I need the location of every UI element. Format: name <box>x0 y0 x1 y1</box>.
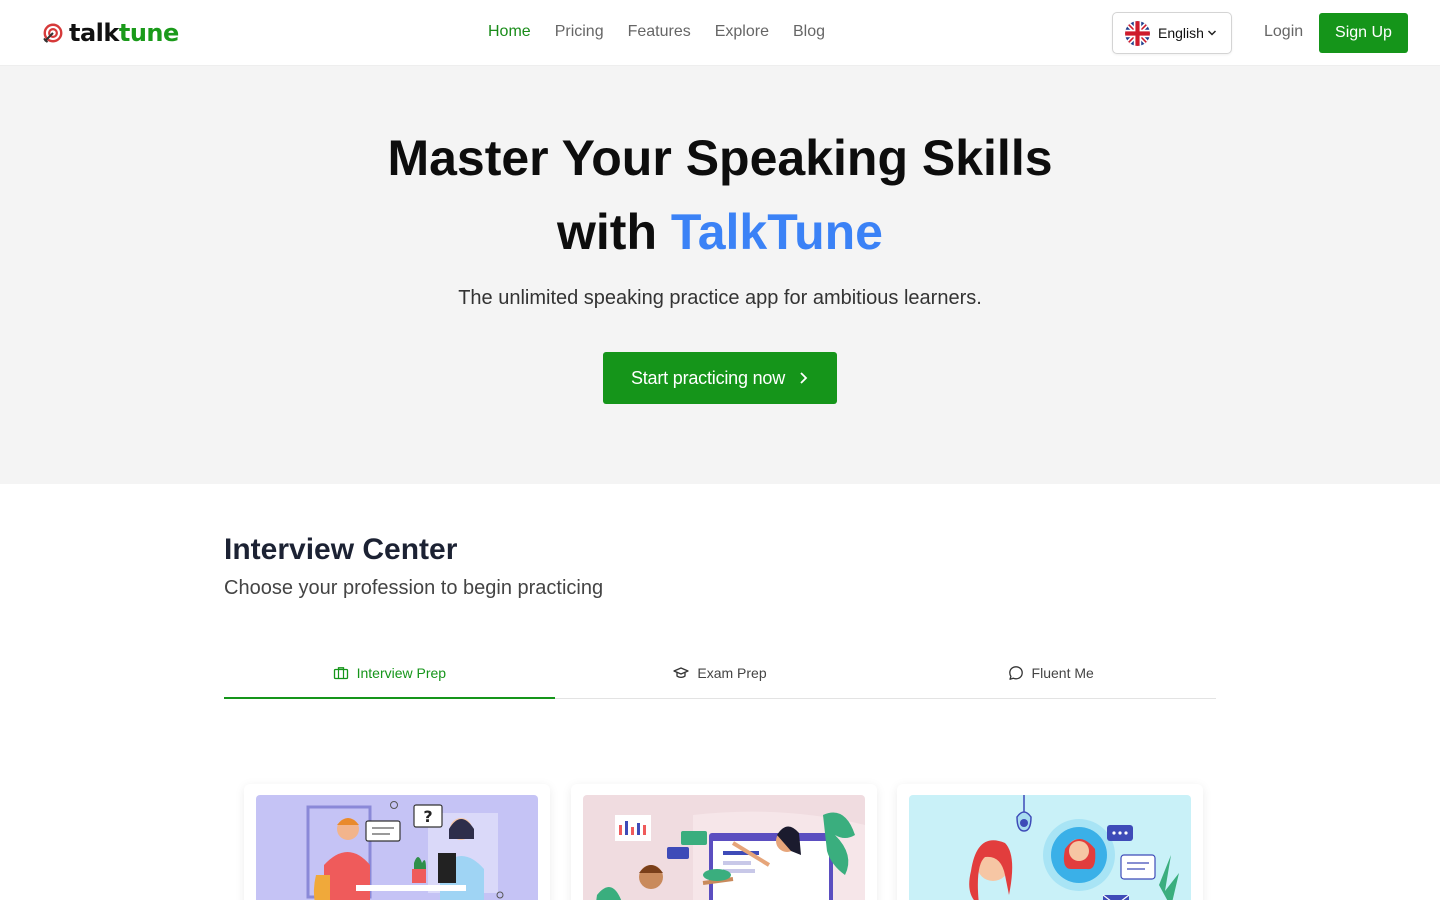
profession-card[interactable]: ? <box>244 784 550 900</box>
hero-subtitle: The unlimited speaking practice app for … <box>458 287 982 309</box>
logo-text: talktune <box>69 19 179 47</box>
svg-text:?: ? <box>423 807 432 826</box>
hero-brand-name: TalkTune <box>670 204 883 260</box>
nav-pricing[interactable]: Pricing <box>555 20 604 44</box>
tab-exam-prep-label: Exam Prep <box>697 665 767 681</box>
login-link[interactable]: Login <box>1264 20 1303 44</box>
logo[interactable]: talktune <box>42 18 179 48</box>
nav-home[interactable]: Home <box>488 20 531 44</box>
customer-support-illustration <box>909 795 1191 900</box>
hero-title-with: with <box>557 204 657 260</box>
tab-interview-prep-label: Interview Prep <box>356 665 447 681</box>
target-logo-icon <box>43 23 63 43</box>
chevron-down-icon <box>1207 30 1216 36</box>
language-label: English <box>1158 25 1204 41</box>
classroom-presentation-illustration <box>583 795 865 900</box>
section-title: Interview Center <box>224 533 458 566</box>
nav-explore[interactable]: Explore <box>715 20 769 44</box>
logo-text-talk: talk <box>69 19 119 47</box>
logo-text-tune: tune <box>118 19 179 47</box>
profession-card[interactable] <box>571 784 877 900</box>
chat-bubble-icon <box>1008 666 1023 680</box>
briefcase-icon <box>333 667 348 680</box>
tab-fluent-me-label: Fluent Me <box>1031 665 1094 681</box>
nav-blog[interactable]: Blog <box>793 20 825 44</box>
main-nav: Home Pricing Features Explore Blog <box>476 20 837 44</box>
section-subtitle: Choose your profession to begin practici… <box>224 577 604 599</box>
profession-card[interactable] <box>897 784 1203 900</box>
tab-interview-prep[interactable]: Interview Prep <box>224 648 555 699</box>
category-tabs: Interview Prep Exam Prep Fluent Me <box>224 648 1216 699</box>
start-practicing-label: Start practicing now <box>630 367 786 388</box>
signup-button[interactable]: Sign Up <box>1319 13 1408 53</box>
uk-flag-icon <box>1125 20 1150 46</box>
navbar: talktune Home Pricing Features Explore B… <box>0 0 1440 66</box>
start-practicing-button[interactable]: Start practicing now <box>603 352 837 404</box>
hero-title: Master Your Speaking Skills <box>387 130 1053 186</box>
graduation-cap-icon <box>673 667 690 678</box>
language-selector[interactable]: English <box>1112 12 1232 54</box>
hero-section: Master Your Speaking Skills with TalkTun… <box>0 66 1440 484</box>
hero-title-line2: with TalkTune <box>0 204 1440 260</box>
tab-fluent-me[interactable]: Fluent Me <box>885 648 1216 698</box>
tab-exam-prep[interactable]: Exam Prep <box>555 648 886 698</box>
chevron-right-icon <box>800 372 808 384</box>
interview-meeting-illustration: ? <box>256 795 538 900</box>
nav-features[interactable]: Features <box>628 20 691 44</box>
